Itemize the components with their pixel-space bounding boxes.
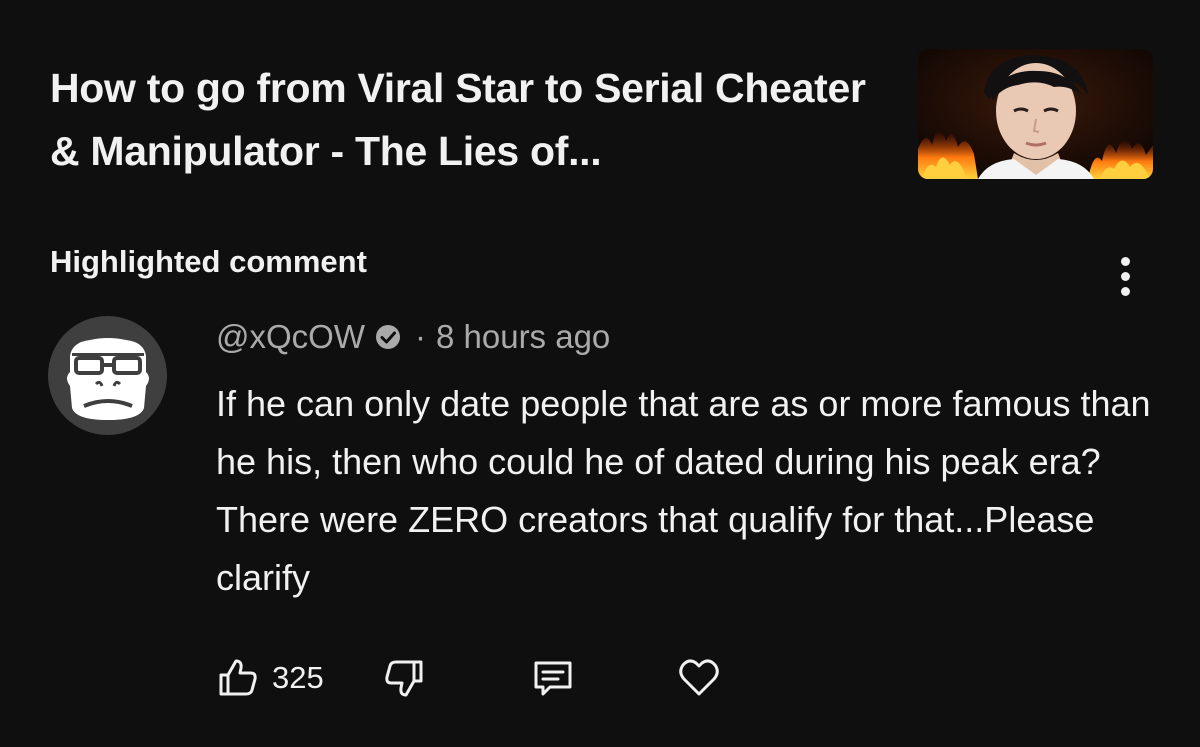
like-button[interactable]: 325 (216, 650, 324, 706)
avatar[interactable] (48, 316, 167, 435)
comment-actions: 325 (0, 650, 1200, 710)
menu-dot (1120, 271, 1130, 281)
thumbnail-image (918, 49, 1153, 179)
dislike-button[interactable] (382, 650, 426, 706)
verified-check-icon (375, 324, 401, 350)
menu-dot (1120, 286, 1130, 296)
like-count: 325 (272, 660, 324, 695)
highlighted-comment-label: Highlighted comment (50, 244, 367, 279)
heart-button[interactable] (676, 650, 722, 706)
reply-button[interactable] (530, 650, 576, 706)
reply-icon (534, 661, 572, 696)
video-title[interactable]: How to go from Viral Star to Serial Chea… (50, 57, 900, 183)
video-thumbnail[interactable] (918, 49, 1153, 179)
gorilla-avatar-icon (67, 338, 149, 420)
heart-icon (679, 659, 719, 696)
more-vertical-icon (1120, 256, 1130, 266)
comment-author[interactable]: @xQcOW (216, 318, 365, 356)
comment-text: If he can only date people that are as o… (216, 383, 1151, 598)
comment-timestamp[interactable]: 8 hours ago (436, 318, 610, 356)
meta-separator: · (414, 318, 426, 355)
comment-meta: @xQcOW · 8 hours ago (216, 318, 610, 356)
more-options-button[interactable] (1105, 252, 1145, 300)
thumbs-up-icon (219, 659, 257, 696)
thumbs-down-icon (385, 660, 423, 697)
